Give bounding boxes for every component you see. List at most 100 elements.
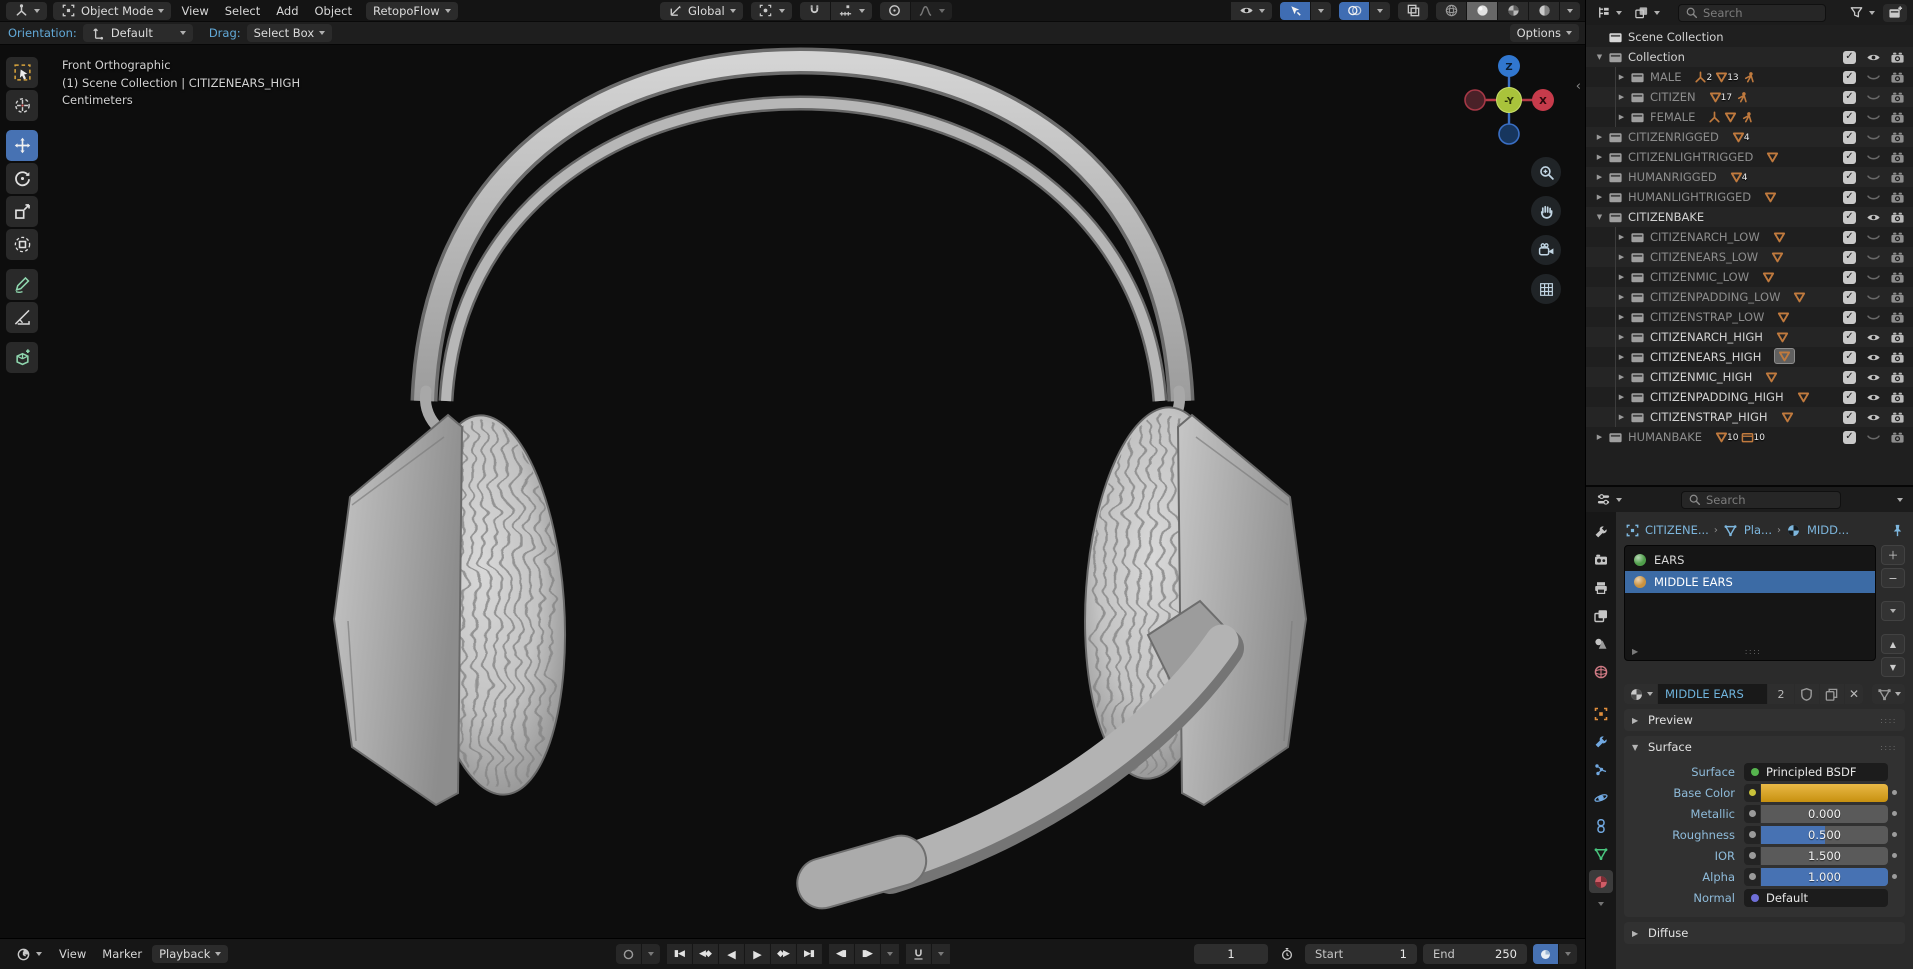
tab-constraints[interactable] xyxy=(1589,814,1613,837)
tab-strip-chevron[interactable] xyxy=(1598,902,1604,906)
step-dropdown[interactable] xyxy=(880,944,898,964)
step-back-button[interactable]: ◀▮ xyxy=(828,944,853,964)
disable-in-renders-camera-icon[interactable] xyxy=(1890,430,1905,445)
timeline-editor-type-button[interactable] xyxy=(8,945,49,963)
menu-view[interactable]: View xyxy=(173,4,216,18)
fake-user-shield-button[interactable] xyxy=(1795,684,1819,704)
xray-toggle[interactable] xyxy=(1398,2,1428,20)
outliner-row[interactable]: ▶CITIZENEARS_HIGH✓ xyxy=(1586,347,1913,367)
disable-in-renders-camera-icon[interactable] xyxy=(1890,410,1905,425)
end-frame-field[interactable]: End250 xyxy=(1423,944,1527,964)
exclude-checkbox[interactable]: ✓ xyxy=(1842,210,1857,225)
exclude-checkbox[interactable]: ✓ xyxy=(1842,50,1857,65)
disable-in-renders-camera-icon[interactable] xyxy=(1890,130,1905,145)
disable-in-renders-camera-icon[interactable] xyxy=(1890,370,1905,385)
gizmos-dropdown[interactable] xyxy=(1311,2,1331,20)
eye-open-icon[interactable] xyxy=(1866,350,1881,365)
eye-open-icon[interactable] xyxy=(1866,330,1881,345)
outliner-editor-type-button[interactable] xyxy=(1592,4,1625,22)
move-slot-up-button[interactable]: ▲ xyxy=(1881,634,1905,654)
play-button[interactable]: ▶ xyxy=(744,944,769,964)
eye-open-icon[interactable] xyxy=(1866,410,1881,425)
unlink-material-button[interactable]: ✕ xyxy=(1845,684,1863,704)
exclude-checkbox[interactable]: ✓ xyxy=(1842,70,1857,85)
exclude-checkbox[interactable]: ✓ xyxy=(1842,270,1857,285)
expand-chevron-icon[interactable]: ▶ xyxy=(1614,73,1629,81)
disable-in-renders-camera-icon[interactable] xyxy=(1890,310,1905,325)
outliner-row[interactable]: ▶FEMALE✓ xyxy=(1586,107,1913,127)
jump-to-end-button[interactable]: ▶▮ xyxy=(796,944,821,964)
outliner-row[interactable]: ▶CITIZENPADDING_LOW✓ xyxy=(1586,287,1913,307)
tool-add-cube[interactable] xyxy=(6,342,38,373)
keying-set-dropdown[interactable] xyxy=(641,944,659,964)
disable-in-renders-camera-icon[interactable] xyxy=(1890,150,1905,165)
outliner-row[interactable]: ▶CITIZENMIC_HIGH✓ xyxy=(1586,367,1913,387)
eye-closed-icon[interactable] xyxy=(1866,270,1881,285)
start-frame-field[interactable]: Start1 xyxy=(1305,944,1417,964)
tab-world[interactable] xyxy=(1589,660,1613,683)
pin-icon[interactable] xyxy=(1889,522,1905,538)
tab-object-data[interactable] xyxy=(1589,842,1613,865)
orthographic-toggle-button[interactable] xyxy=(1531,274,1561,304)
diffuse-panel-header[interactable]: ▶Diffuse xyxy=(1624,922,1905,944)
expand-chevron-icon[interactable]: ▶ xyxy=(1614,113,1629,121)
mode-dropdown[interactable]: Object Mode xyxy=(53,2,171,20)
panel-drag-grip[interactable]: :::: xyxy=(1880,716,1897,725)
eye-closed-icon[interactable] xyxy=(1866,190,1881,205)
current-frame-field[interactable]: 1 xyxy=(1194,944,1268,964)
tool-move[interactable] xyxy=(6,130,38,161)
expand-chevron-icon[interactable]: ▶ xyxy=(1614,253,1629,261)
tab-object[interactable] xyxy=(1589,702,1613,725)
tab-tool[interactable] xyxy=(1589,520,1613,543)
pan-hand-button[interactable] xyxy=(1531,196,1561,226)
socket-chip[interactable] xyxy=(1744,826,1760,844)
duplicate-material-button[interactable] xyxy=(1820,684,1844,704)
outliner-row[interactable]: ▶CITIZENSTRAP_LOW✓ xyxy=(1586,307,1913,327)
expand-chevron-icon[interactable]: ▶ xyxy=(1614,413,1629,421)
eye-open-icon[interactable] xyxy=(1866,50,1881,65)
eye-closed-icon[interactable] xyxy=(1866,70,1881,85)
outliner-row[interactable]: ▶CITIZEN17✓ xyxy=(1586,87,1913,107)
outliner-row[interactable]: ▶MALE213✓ xyxy=(1586,67,1913,87)
disable-in-renders-camera-icon[interactable] xyxy=(1890,190,1905,205)
tool-transform[interactable] xyxy=(6,229,38,260)
gizmos-toggle[interactable] xyxy=(1280,2,1310,20)
eye-closed-icon[interactable] xyxy=(1866,430,1881,445)
shading-rendered-button[interactable] xyxy=(1529,2,1559,20)
expand-chevron-icon[interactable]: ▶ xyxy=(1614,293,1629,301)
eye-open-icon[interactable] xyxy=(1866,210,1881,225)
tab-particles[interactable] xyxy=(1589,758,1613,781)
eye-closed-icon[interactable] xyxy=(1866,150,1881,165)
expand-chevron-icon[interactable]: ▶ xyxy=(1614,273,1629,281)
expand-chevron-icon[interactable]: ▼ xyxy=(1592,53,1607,61)
exclude-checkbox[interactable]: ✓ xyxy=(1842,90,1857,105)
eye-closed-icon[interactable] xyxy=(1866,250,1881,265)
tab-modifiers[interactable] xyxy=(1589,730,1613,753)
disable-in-renders-camera-icon[interactable] xyxy=(1890,110,1905,125)
value-slider[interactable]: 1.000 xyxy=(1761,868,1888,886)
socket-chip[interactable] xyxy=(1744,784,1760,802)
shading-wireframe-button[interactable] xyxy=(1436,2,1466,20)
exclude-checkbox[interactable]: ✓ xyxy=(1842,130,1857,145)
tool-annotate[interactable] xyxy=(6,269,38,300)
exclude-checkbox[interactable]: ✓ xyxy=(1842,390,1857,405)
properties-search-input[interactable]: Search xyxy=(1681,491,1841,509)
timeline-menu-view[interactable]: View xyxy=(51,947,94,961)
transform-orientation-dropdown[interactable]: Global xyxy=(660,2,743,20)
outliner-row[interactable]: ▶CITIZENLIGHTRIGGED✓ xyxy=(1586,147,1913,167)
exclude-checkbox[interactable]: ✓ xyxy=(1842,110,1857,125)
remove-slot-button[interactable]: − xyxy=(1881,568,1905,588)
value-slider[interactable]: 0.500 xyxy=(1761,826,1888,844)
proportional-falloff-dropdown[interactable] xyxy=(911,2,952,20)
outliner-row[interactable]: ▶HUMANRIGGED4✓ xyxy=(1586,167,1913,187)
play-reverse-button[interactable]: ◀ xyxy=(718,944,743,964)
outliner-row[interactable]: ▶CITIZENEARS_LOW✓ xyxy=(1586,247,1913,267)
panel-drag-grip[interactable]: :::: xyxy=(1880,743,1897,752)
slot-specials-dropdown[interactable] xyxy=(1881,601,1905,621)
next-keyframe-button[interactable]: ◆▶ xyxy=(770,944,795,964)
editor-type-button[interactable] xyxy=(6,2,47,20)
tool-cursor[interactable] xyxy=(6,90,38,121)
value-slider[interactable]: 0.000 xyxy=(1761,805,1888,823)
exclude-checkbox[interactable]: ✓ xyxy=(1842,190,1857,205)
drag-value-dropdown[interactable]: Select Box xyxy=(247,24,333,42)
